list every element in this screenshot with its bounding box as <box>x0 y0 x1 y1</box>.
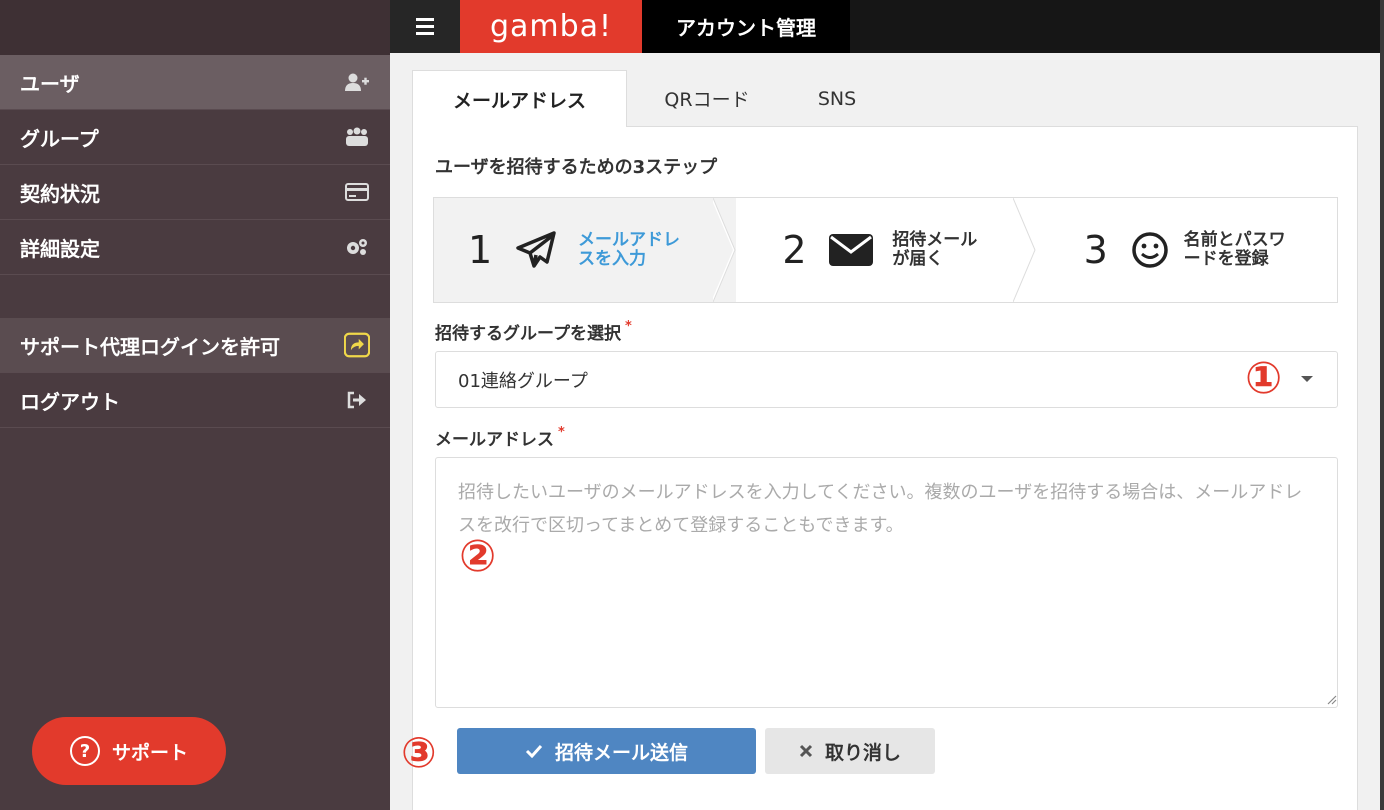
sidebar-item-label: 詳細設定 <box>20 236 100 261</box>
step-1: 1 メールアドレスを入力 <box>434 198 737 302</box>
required-mark: * <box>624 319 632 334</box>
group-select[interactable]: 01連絡グループ <box>435 351 1338 408</box>
window-edge <box>1380 0 1384 810</box>
step-label: 招待メールが届く <box>892 230 978 269</box>
support-button-label: サポート <box>111 741 188 764</box>
sidebar-item-logout[interactable]: ログアウト <box>0 373 390 428</box>
share-square-icon <box>344 332 370 358</box>
step-3: 3 名前とパスワードを登録 <box>1035 198 1337 302</box>
required-mark: * <box>558 425 565 440</box>
sidebar-item-contract[interactable]: 契約状況 <box>0 165 390 220</box>
annotation-marker-2: ② <box>459 531 497 582</box>
group-field-label: 招待するグループを選択 * <box>435 319 632 344</box>
sidebar: ユーザ グループ 契約状況 詳細設定 サポート代理ログインを許可 ログアウト ?… <box>0 0 390 810</box>
sidebar-item-support-login[interactable]: サポート代理ログインを許可 <box>0 318 390 373</box>
annotation-marker-1: ① <box>1245 353 1283 404</box>
sidebar-item-label: ログアウト <box>20 389 120 414</box>
email-textarea[interactable] <box>435 457 1338 708</box>
panel-heading: ユーザを招待するための3ステップ <box>435 157 718 178</box>
tab-sns[interactable]: SNS <box>787 70 887 127</box>
top-bar: gamba! アカウント管理 <box>390 0 1380 53</box>
close-icon <box>799 744 813 758</box>
step-label: メールアドレスを入力 <box>578 230 680 269</box>
send-invite-label: 招待メール送信 <box>554 741 688 764</box>
support-button[interactable]: ? サポート <box>32 717 226 785</box>
resize-grip-icon[interactable] <box>1325 693 1337 705</box>
menu-toggle-button[interactable] <box>390 0 460 53</box>
cancel-button[interactable]: 取り消し <box>765 728 935 774</box>
tab-qr-code[interactable]: QRコード <box>627 70 787 127</box>
sign-out-icon <box>344 389 370 411</box>
sidebar-item-label: 契約状況 <box>20 181 100 206</box>
credit-card-icon <box>344 181 370 203</box>
steps-indicator: 1 メールアドレスを入力 2 招待メールが届く 3 名前とパスワードを登録 <box>433 197 1338 303</box>
paper-plane-icon <box>514 228 568 272</box>
step-number: 3 <box>1083 228 1108 272</box>
check-icon <box>525 744 543 758</box>
sidebar-item-label: ユーザ <box>20 71 80 96</box>
invite-panel: ユーザを招待するための3ステップ 1 メールアドレスを入力 2 招待メールが届く… <box>401 126 1358 810</box>
brand-logo: gamba! <box>460 0 642 53</box>
step-number: 1 <box>468 228 493 272</box>
group-icon <box>344 126 370 148</box>
hamburger-icon <box>416 18 434 35</box>
sidebar-item-settings[interactable]: 詳細設定 <box>0 220 390 275</box>
user-plus-icon <box>344 71 370 93</box>
chevron-down-icon <box>1301 376 1313 382</box>
sidebar-item-label: グループ <box>20 126 99 151</box>
page-title: アカウント管理 <box>642 0 850 53</box>
step-label: 名前とパスワードを登録 <box>1183 230 1286 269</box>
sidebar-header <box>0 0 390 55</box>
main-content: メールアドレス QRコード SNS ユーザを招待するための3ステップ 1 メール… <box>390 53 1380 810</box>
smile-icon <box>1130 228 1184 272</box>
tab-bar: メールアドレス QRコード SNS <box>412 70 887 127</box>
envelope-icon <box>828 228 882 272</box>
sidebar-item-label: サポート代理ログインを許可 <box>20 334 280 359</box>
step-2: 2 招待メールが届く <box>736 198 1036 302</box>
sidebar-item-users[interactable]: ユーザ <box>0 55 390 110</box>
send-invite-button[interactable]: 招待メール送信 <box>457 728 756 774</box>
step-number: 2 <box>782 228 807 272</box>
question-circle-icon: ? <box>69 736 100 766</box>
annotation-marker-3: ③ <box>401 728 437 777</box>
group-select-value: 01連絡グループ <box>458 370 588 392</box>
cancel-label: 取り消し <box>824 741 901 764</box>
sidebar-item-groups[interactable]: グループ <box>0 110 390 165</box>
gears-icon <box>344 236 370 258</box>
tab-email[interactable]: メールアドレス <box>412 70 627 127</box>
email-field-label: メールアドレス * <box>435 425 565 450</box>
